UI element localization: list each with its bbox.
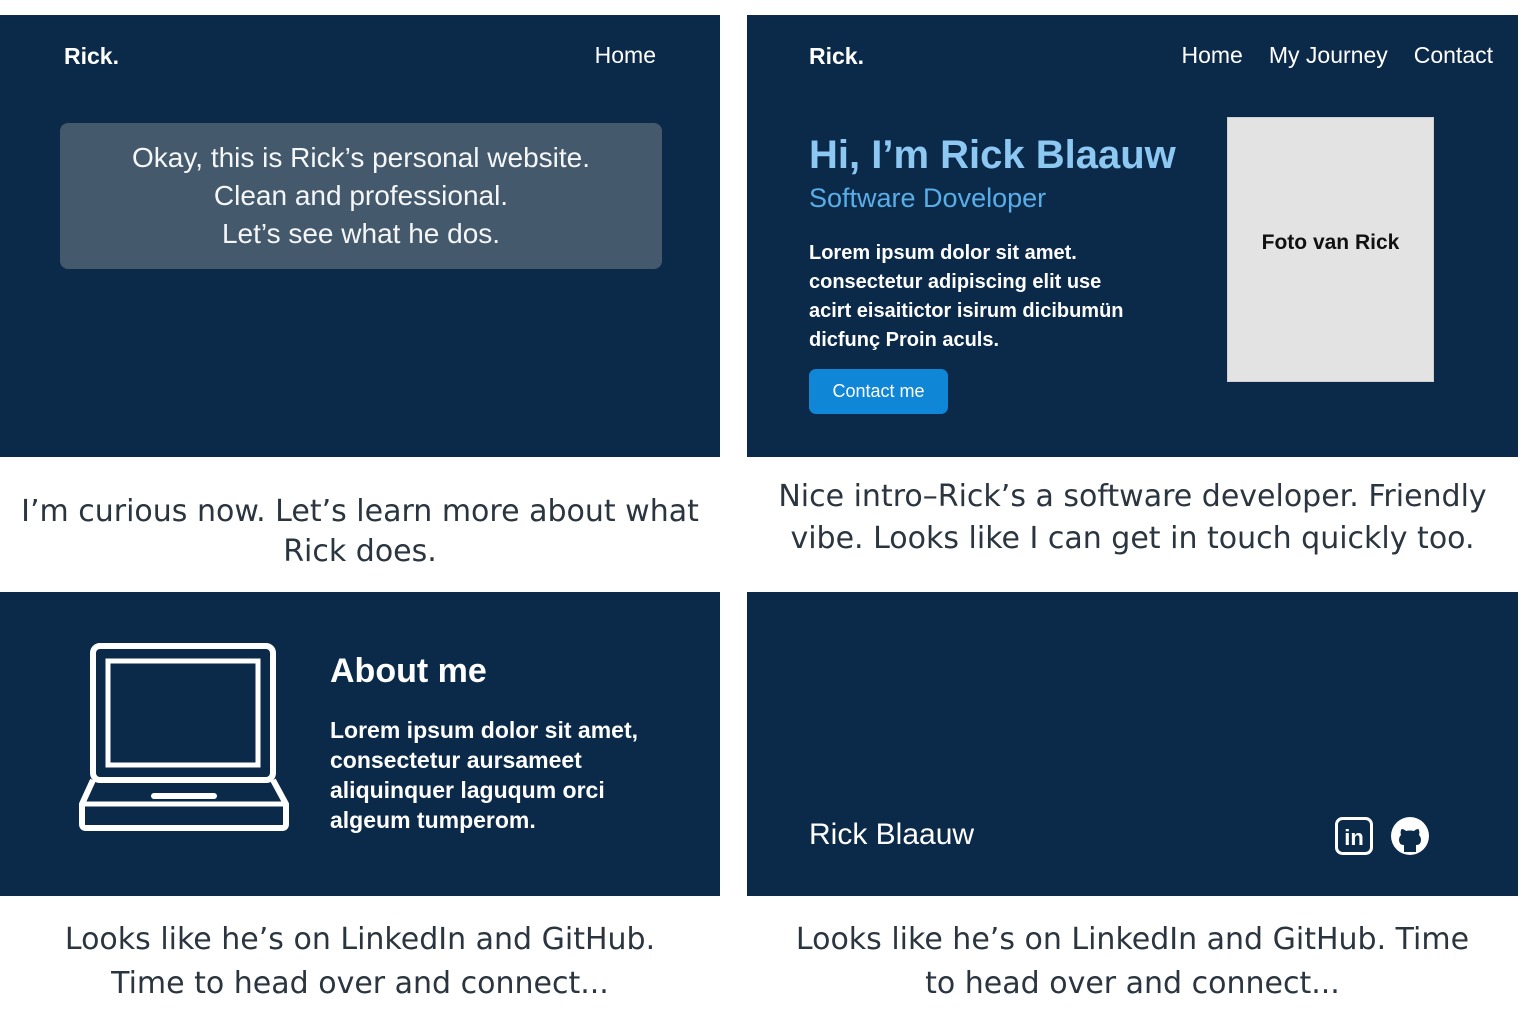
caption-4: Looks like he’s on LinkedIn and GitHub. …: [747, 918, 1518, 1006]
contact-me-button[interactable]: Contact me: [809, 369, 948, 414]
nav-home[interactable]: Home: [595, 42, 656, 69]
caption-line: Rick does.: [283, 534, 437, 569]
caption-line: Looks like he’s on LinkedIn and GitHub. …: [795, 922, 1470, 957]
caption-2: Nice intro–Rick’s a software developer. …: [747, 476, 1518, 560]
hero-title: Hi, I’m Rick Blaauw: [809, 133, 1176, 177]
caption-3: Looks like he’s on LinkedIn and GitHub. …: [0, 918, 720, 1006]
thought-bubble: Okay, this is Rick’s personal website. C…: [60, 123, 662, 269]
site-logo[interactable]: Rick.: [64, 43, 119, 70]
website-panel-landing: Rick. Home Okay, this is Rick’s personal…: [0, 15, 720, 457]
website-panel-footer: Rick Blaauw in: [747, 592, 1518, 896]
about-heading: About me: [330, 652, 487, 690]
website-panel-hero: Rick. Home My Journey Contact Hi, I’m Ri…: [747, 15, 1518, 457]
photo-label: Foto van Rick: [1261, 231, 1400, 254]
nav-contact[interactable]: Contact: [1414, 42, 1493, 69]
hero-line: consectetur adipiscing elit use: [809, 271, 1102, 293]
site-logo[interactable]: Rick.: [809, 43, 864, 70]
caption-1: I’m curious now. Let’s learn more about …: [0, 492, 720, 572]
hero-line: Lorem ipsum dolor sit amet.: [809, 242, 1077, 264]
photo-placeholder: Foto van Rick: [1227, 117, 1434, 382]
caption-line: to head over and connect...: [925, 966, 1340, 1001]
caption-line: vibe. Looks like I can get in touch quic…: [790, 521, 1475, 556]
laptop-icon: [79, 643, 289, 831]
caption-line: I’m curious now. Let’s learn more about …: [21, 494, 699, 529]
hero-subtitle: Software Doveloper: [809, 183, 1047, 213]
caption-line: Nice intro–Rick’s a software developer. …: [778, 479, 1487, 514]
hero-line: dicfunç Proin aculs.: [809, 329, 1000, 351]
thought-line: Clean and professional.: [213, 180, 509, 211]
about-description: Lorem ipsum dolor sit amet, consectetur …: [330, 715, 638, 835]
about-line: Lorem ipsum dolor sit amet,: [330, 717, 638, 743]
footer-name: Rick Blaauw: [809, 818, 975, 851]
hero-line: acirt eisaitictor isirum dicibumün: [809, 300, 1124, 322]
nav-my-journey[interactable]: My Journey: [1269, 42, 1388, 69]
caption-line: Time to head over and connect...: [111, 966, 609, 1001]
about-line: aliquinquer laguqum orci: [330, 777, 605, 803]
nav-bar: Home: [595, 42, 656, 69]
nav-bar: Home My Journey Contact: [1182, 42, 1494, 69]
linkedin-text: in: [1344, 825, 1364, 850]
thought-line: Let’s see what he dos.: [221, 218, 501, 249]
linkedin-icon[interactable]: in: [1334, 816, 1374, 856]
caption-line: Looks like he’s on LinkedIn and GitHub.: [64, 922, 656, 957]
github-icon[interactable]: [1390, 816, 1430, 856]
nav-home[interactable]: Home: [1182, 42, 1243, 69]
about-line: algeum tumperom.: [330, 807, 536, 833]
about-line: consectetur aursameet: [330, 747, 582, 773]
website-panel-about: About me Lorem ipsum dolor sit amet, con…: [0, 592, 720, 896]
thought-line: Okay, this is Rick’s personal website.: [131, 142, 591, 173]
hero-description: Lorem ipsum dolor sit amet. consectetur …: [809, 239, 1189, 355]
